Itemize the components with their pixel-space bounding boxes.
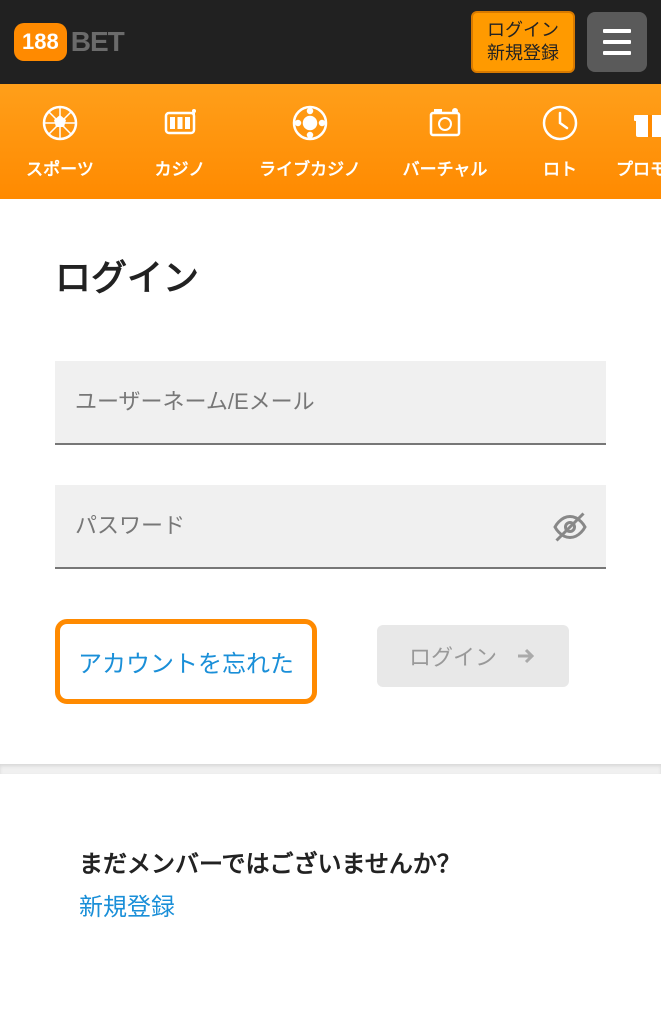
- nav-item-lotto[interactable]: ロト: [510, 84, 610, 199]
- header-register-label: 新規登録: [487, 42, 559, 65]
- promo-icon: [630, 103, 661, 143]
- login-button-label: ログイン: [409, 640, 497, 672]
- forgot-account-link[interactable]: アカウントを忘れた: [55, 619, 317, 704]
- logo[interactable]: 188 BET: [14, 23, 124, 61]
- virtual-icon: [425, 103, 465, 143]
- separator: [0, 764, 661, 774]
- hamburger-menu-button[interactable]: [587, 12, 647, 72]
- nav-item-casino[interactable]: カジノ: [120, 84, 240, 199]
- logo-text: BET: [71, 26, 124, 58]
- auth-box[interactable]: ログイン 新規登録: [471, 11, 575, 74]
- signup-prompt: まだメンバーではございませんか？: [79, 844, 582, 879]
- password-group: [55, 485, 606, 569]
- password-input[interactable]: [55, 485, 606, 569]
- header-login-label: ログイン: [487, 19, 559, 42]
- page-title: ログイン: [55, 249, 606, 301]
- action-row: アカウントを忘れた ログイン: [55, 619, 606, 704]
- lotto-icon: [540, 103, 580, 143]
- main-nav: スポーツ カジノ ライブカジノ: [0, 84, 661, 199]
- nav-item-sports[interactable]: スポーツ: [0, 84, 120, 199]
- nav-item-live-casino[interactable]: ライブカジノ: [240, 84, 380, 199]
- nav-item-virtual[interactable]: バーチャル: [380, 84, 510, 199]
- sports-icon: [40, 103, 80, 143]
- arrow-right-icon: [513, 644, 537, 668]
- header-actions: ログイン 新規登録: [471, 11, 647, 74]
- signup-link[interactable]: 新規登録: [79, 887, 582, 922]
- username-group: [55, 361, 606, 445]
- logo-badge: 188: [14, 23, 67, 61]
- login-content: ログイン アカウントを忘れた ログイン: [0, 199, 661, 734]
- nav-label: ライブカジノ: [259, 155, 361, 180]
- nav-item-promo[interactable]: プロモー: [610, 84, 661, 199]
- login-button[interactable]: ログイン: [377, 625, 569, 687]
- header: 188 BET ログイン 新規登録: [0, 0, 661, 84]
- nav-label: スポーツ: [26, 155, 94, 180]
- username-input[interactable]: [55, 361, 606, 445]
- nav-label: カジノ: [155, 155, 206, 180]
- live-casino-icon: [290, 103, 330, 143]
- signup-card: まだメンバーではございませんか？ 新規登録: [55, 814, 606, 952]
- nav-label: ロト: [543, 155, 577, 180]
- nav-label: プロモー: [616, 155, 661, 180]
- show-password-icon[interactable]: [552, 509, 588, 545]
- casino-icon: [160, 103, 200, 143]
- nav-label: バーチャル: [403, 155, 488, 180]
